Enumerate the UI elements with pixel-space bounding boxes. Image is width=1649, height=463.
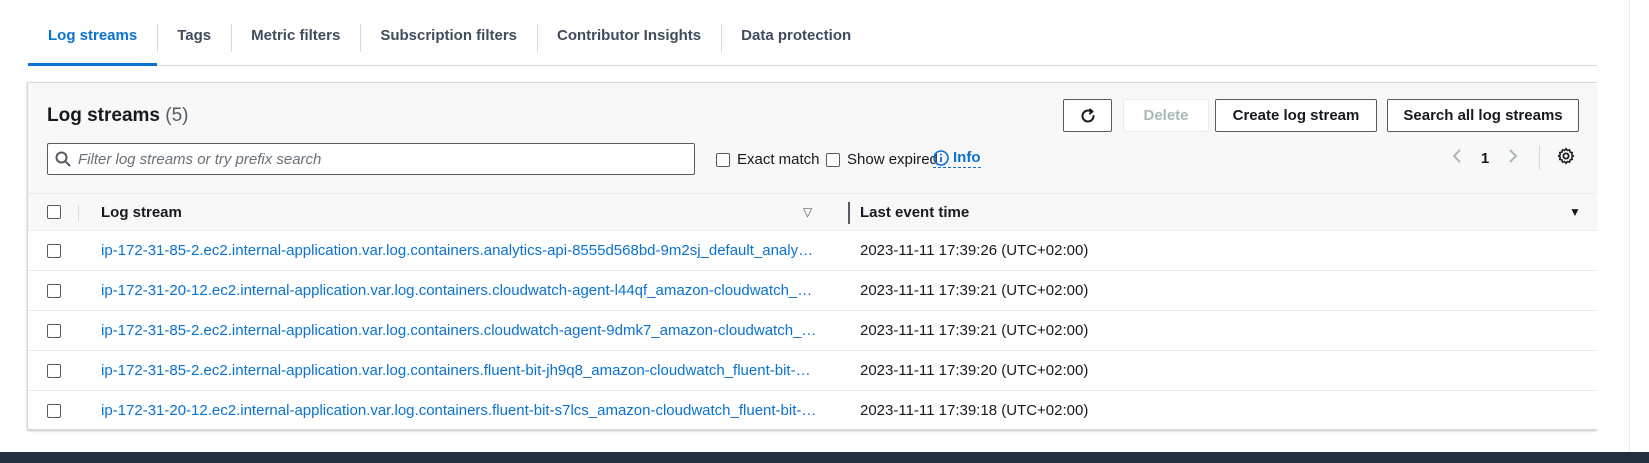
tab-bar: Log streams Tags Metric filters Subscrip… — [28, 20, 1597, 66]
log-stream-link[interactable]: ip-172-31-85-2.ec2.internal-application.… — [101, 242, 817, 259]
last-event-time: 2023-11-11 17:39:18 (UTC+02:00) — [860, 402, 1089, 419]
tab-label: Tags — [177, 27, 212, 44]
scrollbar-track[interactable] — [1597, 0, 1649, 452]
log-stream-link[interactable]: ip-172-31-85-2.ec2.internal-application.… — [101, 362, 817, 379]
search-all-log-streams-button[interactable]: Search all log streams — [1387, 99, 1579, 132]
last-event-time: 2023-11-11 17:39:26 (UTC+02:00) — [860, 242, 1089, 259]
show-expired-label: Show expired — [847, 151, 938, 168]
show-expired-option[interactable]: Show expired — [826, 151, 938, 168]
filter-search-box — [47, 143, 695, 175]
tab-label: Subscription filters — [380, 27, 517, 44]
gear-icon[interactable] — [1552, 147, 1580, 170]
info-icon — [933, 149, 949, 166]
delete-button[interactable]: Delete — [1123, 99, 1209, 132]
last-event-time: 2023-11-11 17:39:20 (UTC+02:00) — [860, 362, 1089, 379]
table-row: ip-172-31-85-2.ec2.internal-application.… — [28, 351, 1597, 391]
row-checkbox[interactable] — [47, 244, 61, 258]
column-header-last-event-time[interactable]: Last event time — [860, 204, 969, 221]
panel-title: Log streams (5) — [47, 105, 189, 127]
select-all-checkbox[interactable] — [47, 205, 61, 219]
pagination: 1 — [1443, 143, 1580, 173]
tab-label: Contributor Insights — [557, 27, 702, 44]
log-stream-link[interactable]: ip-172-31-85-2.ec2.internal-application.… — [101, 322, 817, 339]
tab-contributor-insights[interactable]: Contributor Insights — [537, 20, 721, 65]
row-checkbox[interactable] — [47, 324, 61, 338]
search-icon — [48, 151, 78, 167]
row-checkbox[interactable] — [47, 284, 61, 298]
tab-log-streams[interactable]: Log streams — [28, 20, 158, 66]
refresh-button[interactable] — [1063, 99, 1112, 132]
info-link[interactable]: Info — [933, 149, 981, 168]
next-page-icon[interactable] — [1499, 148, 1527, 169]
refresh-icon — [1081, 108, 1094, 122]
scrollbar[interactable] — [1629, 0, 1641, 452]
tab-metric-filters[interactable]: Metric filters — [231, 20, 360, 65]
last-event-time: 2023-11-11 17:39:21 (UTC+02:00) — [860, 282, 1089, 299]
log-stream-link[interactable]: ip-172-31-20-12.ec2.internal-application… — [101, 282, 817, 299]
pagination-divider — [1539, 146, 1540, 170]
table-row: ip-172-31-85-2.ec2.internal-application.… — [28, 231, 1597, 271]
exact-match-checkbox[interactable] — [716, 152, 730, 167]
footer-bar — [0, 452, 1649, 463]
table-row: ip-172-31-20-12.ec2.internal-application… — [28, 391, 1597, 429]
tab-subscription-filters[interactable]: Subscription filters — [360, 20, 537, 65]
table-row: ip-172-31-20-12.ec2.internal-application… — [28, 271, 1597, 311]
row-checkbox[interactable] — [47, 404, 61, 418]
tab-tags[interactable]: Tags — [157, 20, 231, 65]
exact-match-label: Exact match — [737, 151, 820, 168]
previous-page-icon[interactable] — [1443, 148, 1471, 169]
info-label: Info — [953, 149, 981, 166]
panel-header: Log streams (5) Delete Create log stream… — [28, 83, 1597, 193]
tab-label: Metric filters — [251, 27, 341, 44]
row-checkbox[interactable] — [47, 364, 61, 378]
current-page-number[interactable]: 1 — [1471, 150, 1499, 167]
column-resize-handle[interactable] — [848, 202, 850, 224]
table-header: Log stream ▽ Last event time ▼ — [28, 193, 1597, 231]
log-streams-panel: Log streams (5) Delete Create log stream… — [27, 82, 1598, 430]
last-event-time: 2023-11-11 17:39:21 (UTC+02:00) — [860, 322, 1089, 339]
stream-count: (5) — [165, 105, 189, 126]
log-stream-link[interactable]: ip-172-31-20-12.ec2.internal-application… — [101, 402, 817, 419]
table-row: ip-172-31-85-2.ec2.internal-application.… — [28, 311, 1597, 351]
column-header-log-stream[interactable]: Log stream — [101, 204, 182, 221]
show-expired-checkbox[interactable] — [826, 152, 840, 167]
tab-label: Log streams — [48, 27, 138, 44]
column-divider — [78, 205, 79, 221]
panel-title-text: Log streams — [47, 105, 160, 126]
create-log-stream-button[interactable]: Create log stream — [1215, 99, 1377, 132]
tab-data-protection[interactable]: Data protection — [721, 20, 871, 65]
sort-descending-icon[interactable]: ▼ — [1569, 205, 1581, 219]
exact-match-option[interactable]: Exact match — [716, 151, 820, 168]
sort-triangle-icon[interactable]: ▽ — [803, 205, 812, 219]
filter-log-streams-input[interactable] — [78, 145, 694, 173]
tab-label: Data protection — [741, 27, 852, 44]
